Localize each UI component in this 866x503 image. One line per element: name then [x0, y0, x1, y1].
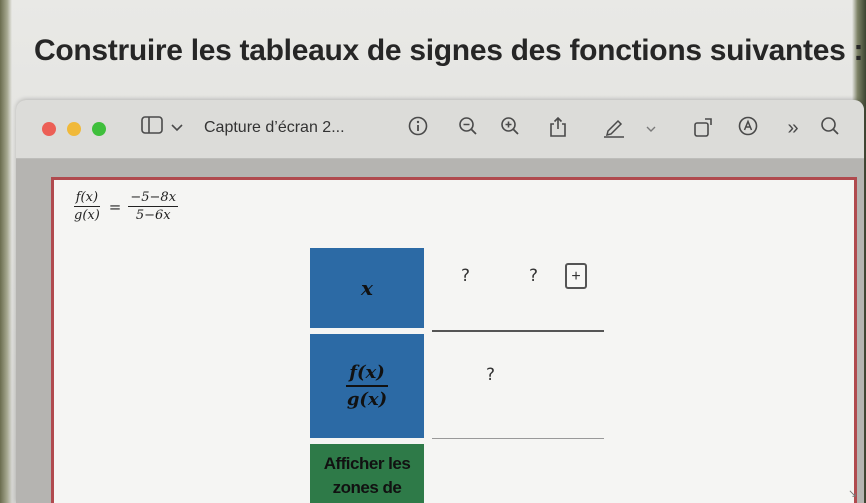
row-divider — [432, 330, 604, 332]
lhs-numerator: f(x) — [73, 190, 101, 207]
lhs-fraction: f(x) g(x) — [72, 190, 102, 223]
lhs-denominator: g(x) — [74, 208, 100, 223]
show-button-line2: zones de — [332, 478, 402, 497]
close-window-button[interactable] — [42, 122, 56, 136]
search-icon[interactable] — [818, 116, 842, 140]
function-denominator: g(x) — [346, 389, 388, 410]
more-icon[interactable]: » — [782, 116, 804, 140]
preview-window: Capture d’écran 2... » f(x) g(x) = −5−8x… — [16, 100, 864, 503]
rhs-fraction: −5−8x 5−6x — [128, 190, 179, 223]
zoom-out-icon[interactable] — [456, 116, 480, 140]
x-value-input[interactable]: ? — [529, 266, 538, 286]
function-fraction: f(x) g(x) — [344, 362, 390, 410]
chevron-down-icon[interactable] — [644, 116, 658, 140]
rhs-denominator: 5−6x — [135, 208, 171, 223]
share-icon[interactable] — [546, 116, 570, 140]
table-x-header: x — [310, 248, 424, 328]
equals-sign: = — [108, 197, 122, 216]
window-toolbar: Capture d’écran 2... » — [16, 100, 864, 159]
annotate-icon[interactable] — [736, 116, 760, 140]
sign-value-input[interactable]: ? — [486, 365, 495, 385]
document-content: f(x) g(x) = −5−8x 5−6x x f(x) g(x) Affic… — [51, 177, 857, 503]
page-edge-left — [0, 0, 12, 503]
minimize-window-button[interactable] — [67, 122, 81, 136]
sidebar-toggle-icon[interactable] — [140, 116, 164, 140]
page-heading: Construire les tableaux de signes des fo… — [34, 34, 864, 67]
chevron-down-icon[interactable] — [170, 116, 184, 140]
markup-pen-icon[interactable] — [600, 116, 628, 140]
rhs-numerator: −5−8x — [128, 190, 179, 207]
info-icon[interactable] — [406, 116, 430, 140]
resize-icon: ↘ — [848, 488, 858, 500]
function-numerator: f(x) — [346, 362, 388, 387]
add-value-button[interactable]: + — [565, 263, 587, 289]
rotate-icon[interactable] — [692, 116, 716, 140]
show-zones-button[interactable]: Afficher les zones de — [310, 444, 424, 503]
show-button-line1: Afficher les — [323, 454, 411, 473]
window-title: Capture d’écran 2... — [204, 119, 345, 136]
row-divider — [432, 438, 604, 439]
zoom-window-button[interactable] — [92, 122, 106, 136]
x-value-input[interactable]: ? — [461, 266, 470, 286]
zoom-in-icon[interactable] — [498, 116, 522, 140]
function-formula: f(x) g(x) = −5−8x 5−6x — [72, 190, 179, 223]
table-function-header: f(x) g(x) — [310, 334, 424, 438]
